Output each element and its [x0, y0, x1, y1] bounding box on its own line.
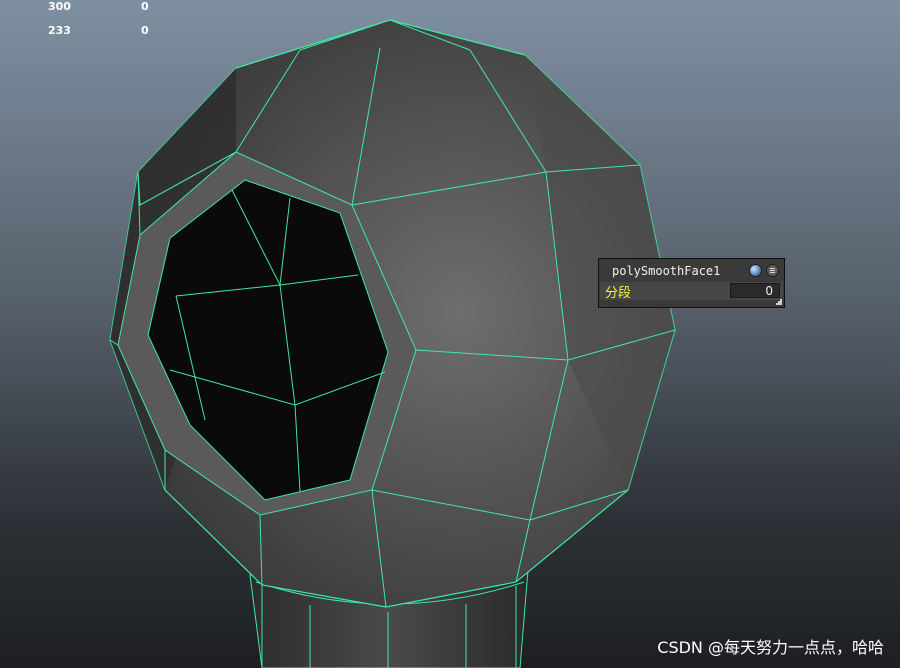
maya-viewport[interactable]: 300 0 233 0 polySmoothFace1 分段 0 CSDN @每… — [0, 0, 900, 668]
hud-value: 0 — [141, 24, 149, 37]
lock-icon[interactable] — [749, 264, 762, 277]
polygon-model-wireframe[interactable] — [0, 0, 900, 668]
divisions-value: 0 — [765, 284, 773, 298]
node-title: polySmoothFace1 — [612, 264, 721, 278]
resize-grip-icon[interactable] — [775, 298, 782, 305]
hud-value: 300 — [48, 0, 71, 13]
attribute-row-divisions[interactable]: 分段 0 — [600, 282, 783, 301]
hud-row: 300 0 — [0, 0, 200, 14]
menu-icon[interactable] — [766, 264, 779, 277]
node-title-row: polySmoothFace1 — [600, 260, 783, 282]
watermark-text: CSDN @每天努力一点点，哈哈 — [657, 638, 884, 657]
hud-value: 0 — [141, 0, 149, 13]
in-view-node-editor[interactable]: polySmoothFace1 分段 0 — [598, 258, 785, 308]
divisions-input[interactable]: 0 — [730, 283, 780, 298]
hud-value: 233 — [48, 24, 71, 37]
heads-up-display-stats: 300 0 233 0 — [0, 0, 200, 50]
attribute-label: 分段 — [605, 286, 632, 301]
hud-row: 233 0 — [0, 24, 200, 38]
head-mesh — [109, 19, 676, 608]
